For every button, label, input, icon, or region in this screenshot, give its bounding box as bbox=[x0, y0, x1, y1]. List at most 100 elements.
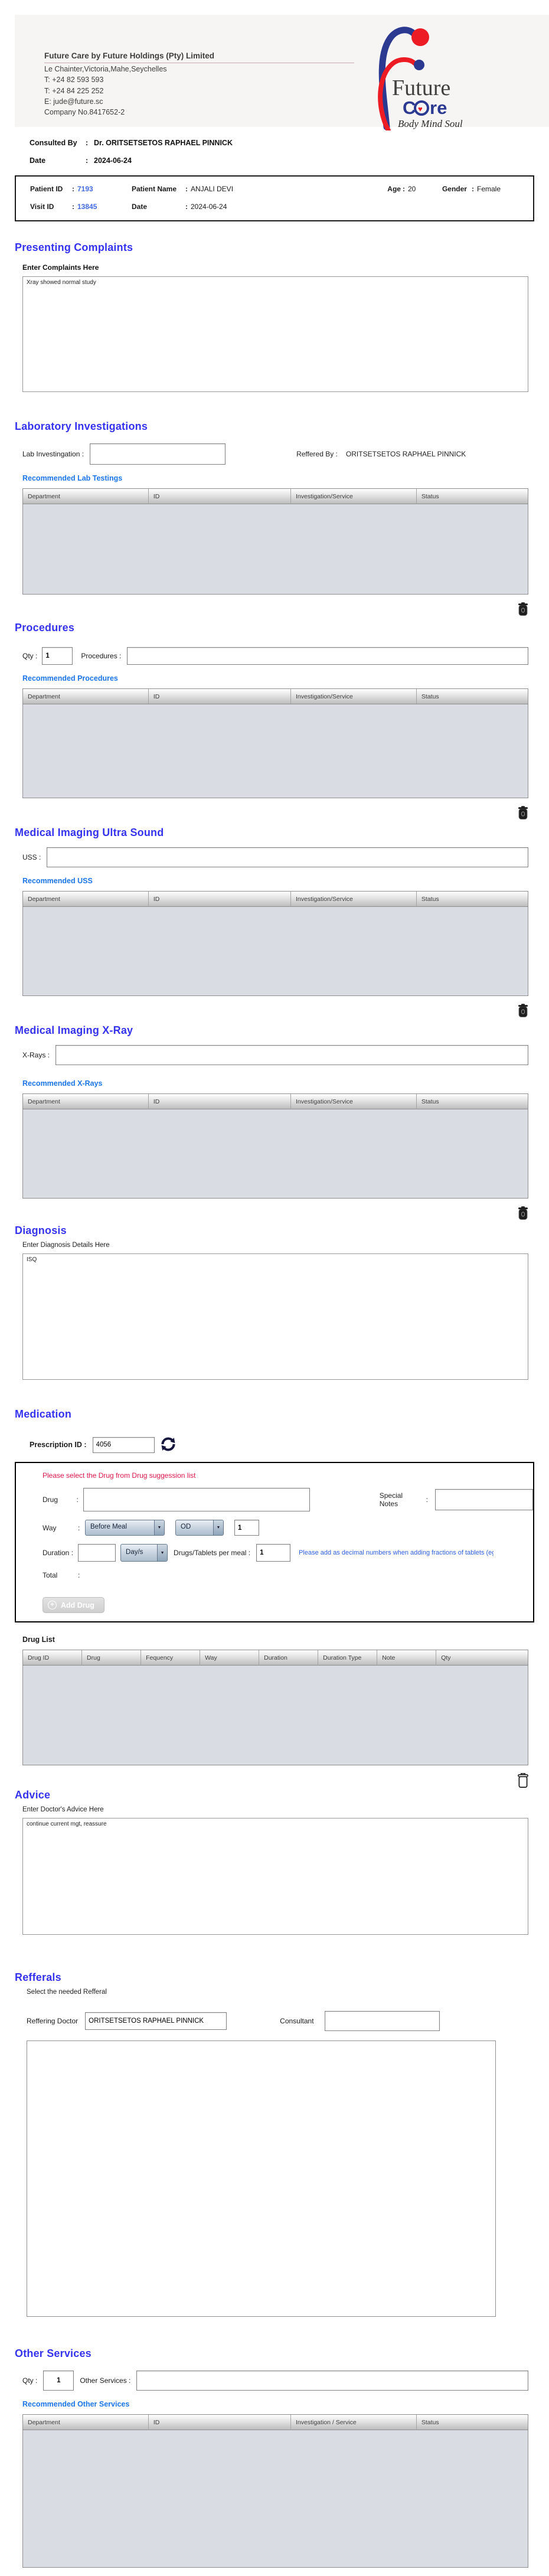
uss-input[interactable] bbox=[47, 847, 528, 867]
recommended-procedures-link[interactable]: Recommended Procedures bbox=[22, 674, 549, 683]
company-info: Future Care by Future Holdings (Pty) Lim… bbox=[15, 15, 354, 127]
recommended-xrays-link[interactable]: Recommended X-Rays bbox=[22, 1079, 549, 1088]
future-care-logo: Future C ♥ re Body Mind Soul bbox=[354, 15, 475, 133]
column-header-investigation: Investigation/Service bbox=[291, 892, 417, 907]
diagnosis-textarea[interactable]: ISQ bbox=[22, 1253, 528, 1380]
lab-investigation-input[interactable] bbox=[90, 443, 226, 465]
delete-drug-button[interactable] bbox=[516, 1772, 530, 1789]
column-header-duration-type: Duration Type bbox=[318, 1650, 378, 1666]
other-services-table: Department ID Investigation / Service St… bbox=[22, 2414, 528, 2568]
procedures-table-body[interactable] bbox=[23, 704, 528, 798]
duration-type-select[interactable]: Day/s ▼ bbox=[120, 1544, 168, 1562]
patient-row-1: Patient ID : 7193 Patient Name : ANJALI … bbox=[30, 185, 533, 193]
section-title-other-services: Other Services bbox=[15, 2348, 92, 2359]
logo-heart-icon: ♥ bbox=[418, 105, 423, 113]
xray-input[interactable] bbox=[55, 1045, 528, 1065]
delete-lab-test-button[interactable] bbox=[516, 602, 530, 618]
colon: : bbox=[78, 1571, 80, 1579]
delete-xray-button[interactable] bbox=[516, 1206, 530, 1222]
colon: : bbox=[72, 203, 74, 211]
procedures-qty-input[interactable] bbox=[42, 647, 73, 665]
trash-icon bbox=[518, 602, 528, 616]
gender-value: Female bbox=[476, 185, 501, 193]
delete-procedure-button[interactable] bbox=[516, 805, 530, 822]
recommended-other-services-link[interactable]: Recommended Other Services bbox=[22, 2400, 549, 2408]
company-address: Le Chainter,Victoria,Mahe,Seychelles bbox=[44, 65, 167, 73]
consultant-label: Consultant bbox=[280, 2017, 314, 2025]
duration-type-value: Day/s bbox=[126, 1549, 143, 1556]
reffered-by-value: ORITSETSETOS RAPHAEL PINNICK bbox=[345, 450, 466, 458]
gender-label: Gender bbox=[442, 185, 467, 193]
complaints-label: Enter Complaints Here bbox=[22, 263, 99, 272]
uss-table-body[interactable] bbox=[23, 907, 528, 995]
section-title-presenting-complaints: Presenting Complaints bbox=[15, 241, 133, 253]
frequency-select[interactable]: OD ▼ bbox=[175, 1520, 224, 1536]
meal-select-value: Before Meal bbox=[90, 1523, 128, 1530]
section-title-laboratory: Laboratory Investigations bbox=[15, 420, 148, 432]
way-row: Way : Before Meal ▼ OD ▼ bbox=[43, 1520, 533, 1536]
consultant-input[interactable] bbox=[324, 2011, 440, 2031]
lab-table-body[interactable] bbox=[23, 504, 528, 594]
drug-input[interactable] bbox=[83, 1488, 310, 1511]
logo-blue-dot bbox=[414, 60, 424, 70]
other-services-input[interactable] bbox=[136, 2371, 528, 2391]
per-meal-label: Drugs/Tablets per meal : bbox=[174, 1549, 251, 1557]
drug-list-table-body[interactable] bbox=[23, 1666, 528, 1765]
column-header-department: Department bbox=[23, 2415, 149, 2430]
procedures-trash-row bbox=[0, 805, 530, 822]
special-notes-input[interactable] bbox=[435, 1489, 533, 1510]
colon: : bbox=[185, 203, 188, 211]
colon: : bbox=[86, 139, 89, 147]
colon: : bbox=[471, 185, 474, 193]
refferal-list-box[interactable] bbox=[27, 2040, 496, 2317]
way-qty-input[interactable] bbox=[234, 1520, 259, 1536]
prescription-id-input[interactable] bbox=[92, 1436, 155, 1453]
complaints-textarea[interactable]: Xray showed normal study bbox=[22, 276, 528, 392]
section-title-refferals: Refferals bbox=[15, 1971, 61, 1983]
reffered-by-label: Reffered By : bbox=[296, 450, 338, 458]
delete-uss-button[interactable] bbox=[516, 1003, 530, 1020]
consult-date-value: 2024-06-24 bbox=[94, 156, 132, 165]
column-header-status: Status bbox=[416, 1094, 528, 1109]
column-header-status: Status bbox=[416, 892, 528, 907]
xray-trash-row bbox=[0, 1206, 530, 1222]
procedures-table: Department ID Investigation/Service Stat… bbox=[22, 688, 528, 798]
procedures-input[interactable] bbox=[127, 647, 528, 665]
column-header-drug-id: Drug ID bbox=[23, 1650, 83, 1666]
procedures-qty-label: Qty : bbox=[22, 652, 38, 660]
recommended-lab-testings-link[interactable]: Recommended Lab Testings bbox=[22, 474, 549, 482]
lab-investigation-row: Lab Investingation : Reffered By : ORITS… bbox=[22, 443, 549, 465]
per-meal-input[interactable] bbox=[256, 1544, 291, 1562]
other-services-input-row: Qty : Other Services : bbox=[22, 2371, 549, 2391]
colon: : bbox=[185, 185, 188, 193]
column-header-id: ID bbox=[148, 2415, 291, 2430]
other-services-qty-input[interactable] bbox=[43, 2371, 74, 2391]
meal-select[interactable]: Before Meal ▼ bbox=[85, 1520, 165, 1536]
lab-testings-table: Department ID Investigation/Service Stat… bbox=[22, 488, 528, 595]
section-title-medication: Medication bbox=[15, 1408, 72, 1420]
patient-id-value[interactable]: 7193 bbox=[77, 185, 132, 193]
xray-table-body[interactable] bbox=[23, 1109, 528, 1198]
recommended-uss-link[interactable]: Recommended USS bbox=[22, 877, 549, 885]
consult-date-row: Date : 2024-06-24 bbox=[30, 156, 549, 165]
section-title-xray: Medical Imaging X-Ray bbox=[15, 1024, 133, 1036]
advice-textarea[interactable]: continue current mgt, reassure bbox=[22, 1818, 528, 1935]
refresh-prescription-button[interactable] bbox=[159, 1436, 177, 1454]
lab-trash-row bbox=[0, 602, 530, 618]
duration-row: Duration : Day/s ▼ Drugs/Tablets per mea… bbox=[43, 1544, 533, 1562]
advice-label: Enter Doctor's Advice Here bbox=[22, 1806, 104, 1813]
uss-trash-row bbox=[0, 1003, 530, 1020]
duration-input[interactable] bbox=[78, 1544, 116, 1562]
visit-date-label: Date bbox=[132, 203, 148, 211]
plus-circle-icon: + bbox=[48, 1601, 57, 1609]
column-header-department: Department bbox=[23, 489, 149, 504]
reffering-doctor-input[interactable] bbox=[85, 2012, 227, 2030]
column-header-department: Department bbox=[23, 689, 149, 704]
add-drug-button[interactable]: + Add Drug bbox=[43, 1597, 104, 1613]
total-label: Total bbox=[43, 1571, 58, 1579]
prescription-row: Prescription ID : bbox=[30, 1436, 549, 1454]
visit-id-value[interactable]: 13845 bbox=[77, 203, 132, 211]
column-header-status: Status bbox=[416, 489, 528, 504]
other-services-table-body[interactable] bbox=[23, 2430, 528, 2567]
uss-table: Department ID Investigation/Service Stat… bbox=[22, 891, 528, 996]
